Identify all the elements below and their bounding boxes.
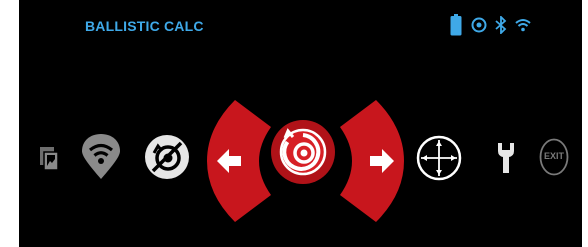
ballistic-calc-icon[interactable]	[271, 120, 335, 184]
scroll-right-arrow[interactable]	[340, 100, 404, 222]
gallery-icon[interactable]	[40, 147, 60, 171]
crosshair-icon[interactable]	[416, 135, 462, 181]
gps-target-icon	[471, 17, 487, 33]
scroll-left-arrow[interactable]	[207, 100, 271, 222]
page-title: BALLISTIC CALC	[85, 18, 204, 34]
exit-icon[interactable]: EXIT	[539, 138, 569, 176]
wrench-icon[interactable]	[496, 143, 516, 173]
device-screen: BALLISTIC CALC EXIT	[19, 0, 582, 247]
main-menu-carousel: EXIT	[19, 90, 582, 240]
no-target-icon[interactable]	[145, 135, 189, 179]
battery-icon	[450, 14, 462, 36]
exit-label: EXIT	[543, 151, 564, 161]
wifi-shield-icon[interactable]	[82, 134, 120, 180]
wifi-icon	[515, 19, 531, 32]
bluetooth-icon	[495, 16, 507, 34]
